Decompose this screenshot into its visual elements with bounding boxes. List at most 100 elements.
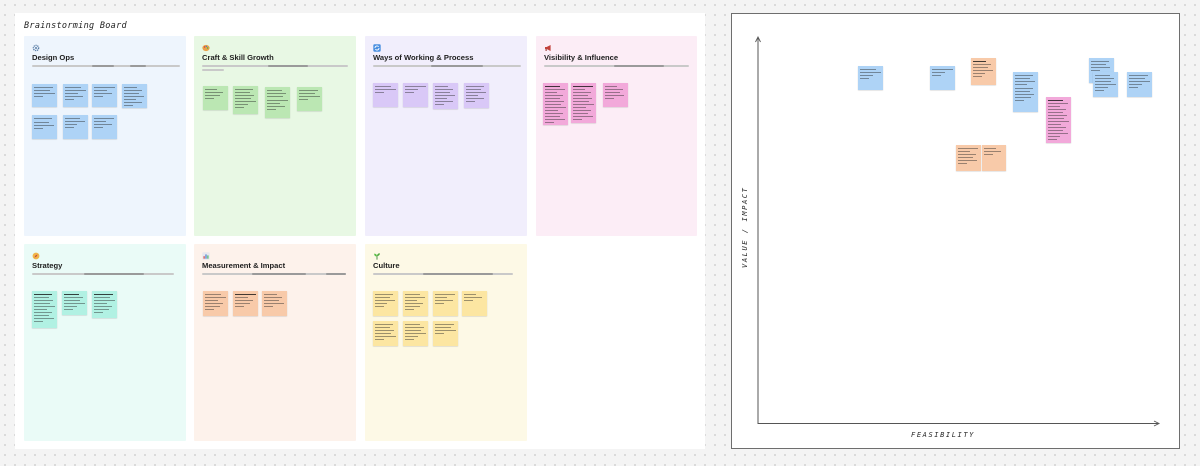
sticky-text-line [375,330,395,331]
section-description [373,65,521,67]
sticky-note[interactable] [1046,97,1071,143]
y-axis-label: VALUE / IMPACT [741,186,749,268]
sticky-text-line [1048,130,1064,132]
sticky-note[interactable] [373,321,398,346]
sticky-note[interactable] [32,84,57,107]
sticky-text-line [405,324,420,325]
sticky-text-line [1048,112,1063,114]
sticky-text-line [34,318,55,320]
sticky-text-line [605,92,620,93]
sticky-text-line [94,300,115,302]
sticky-note[interactable] [32,115,57,139]
sticky-note[interactable] [433,321,458,346]
sticky-note[interactable] [62,291,87,315]
sticky-note[interactable] [233,291,258,316]
sticky-note[interactable] [63,84,88,107]
sticky-note[interactable] [956,145,981,171]
sticky-note[interactable] [930,66,955,90]
sticky-note[interactable] [433,291,458,316]
sticky-note[interactable] [603,83,628,107]
sticky-note[interactable] [265,87,290,118]
sticky-text-line [1095,78,1115,79]
sticky-note[interactable] [233,86,258,114]
sticky-note[interactable] [1127,72,1152,97]
sticky-text-line [34,294,52,296]
sticky-text-line [124,87,138,88]
sticky-note[interactable] [571,83,596,123]
sticky-text-line [466,86,485,87]
sticky-text-line [466,101,476,102]
sticky-note[interactable] [543,83,568,125]
sticky-text-line [958,163,968,164]
sticky-text-line [124,102,142,103]
sticky-note[interactable] [373,83,398,107]
sticky-text-line [464,297,482,298]
sticky-text-line [65,96,84,97]
sticky-note[interactable] [462,291,487,316]
sticky-note[interactable] [1013,72,1038,112]
sticky-note[interactable] [464,83,489,108]
sticky-text-line [605,89,623,90]
sticky-note[interactable] [92,291,117,318]
section-title: Culture [373,261,400,270]
sticky-text-line [405,309,415,310]
sticky-note[interactable] [262,291,287,316]
sticky-note[interactable] [32,291,57,328]
sticky-text-line [405,92,415,93]
sticky-note[interactable] [373,291,398,316]
sticky-note[interactable] [203,291,228,316]
sticky-text-line [405,333,426,334]
sticky-text-line [205,300,219,301]
sticky-text-line [94,90,108,91]
sticky-text-line [435,98,448,99]
sticky-text-line [94,121,107,122]
sticky-text-line [932,69,953,70]
sticky-text-line [375,294,394,295]
sticky-note[interactable] [433,83,458,109]
sticky-text-line [464,300,474,301]
sticky-note[interactable] [63,115,88,139]
sticky-text-line [205,309,215,310]
sticky-note[interactable] [122,84,147,108]
sticky-note[interactable] [297,87,322,111]
sticky-text-line [573,116,594,118]
sticky-text-line [1091,64,1106,65]
sticky-text-line [860,78,870,79]
sticky-text-line [267,109,277,110]
sticky-text-line [267,103,281,104]
sticky-text-line [205,297,226,298]
sticky-text-line [958,151,971,152]
sticky-text-line [973,61,987,63]
sticky-text-line [1091,67,1111,68]
sticky-text-line [932,75,942,76]
sticky-note[interactable] [1093,72,1118,97]
sticky-text-line [267,106,286,107]
sticky-text-line [435,95,456,96]
sticky-note[interactable] [403,291,428,316]
sticky-note[interactable] [403,321,428,346]
sticky-text-line [375,327,390,328]
sticky-note[interactable] [203,86,228,110]
sticky-text-line [545,98,560,100]
sticky-text-line [973,76,983,78]
sticky-text-line [1015,97,1032,98]
sticky-text-line [405,300,418,301]
sticky-text-line [860,72,881,73]
sticky-text-line [64,303,85,305]
sticky-text-line [573,107,587,109]
section-title: Measurement & Impact [202,261,286,270]
sticky-text-line [1015,84,1028,85]
sticky-text-line [64,297,84,299]
sticky-note[interactable] [982,145,1006,171]
sticky-note[interactable] [92,115,117,139]
sticky-text-line [64,294,79,296]
sticky-note[interactable] [971,58,996,85]
sticky-text-line [435,303,445,304]
sticky-note[interactable] [92,84,117,107]
sticky-text-line [34,306,55,308]
sticky-text-line [299,93,316,94]
sticky-note[interactable] [403,83,428,107]
sticky-note[interactable] [858,66,883,90]
sticky-text-line [1015,100,1025,101]
section-description [202,273,346,275]
